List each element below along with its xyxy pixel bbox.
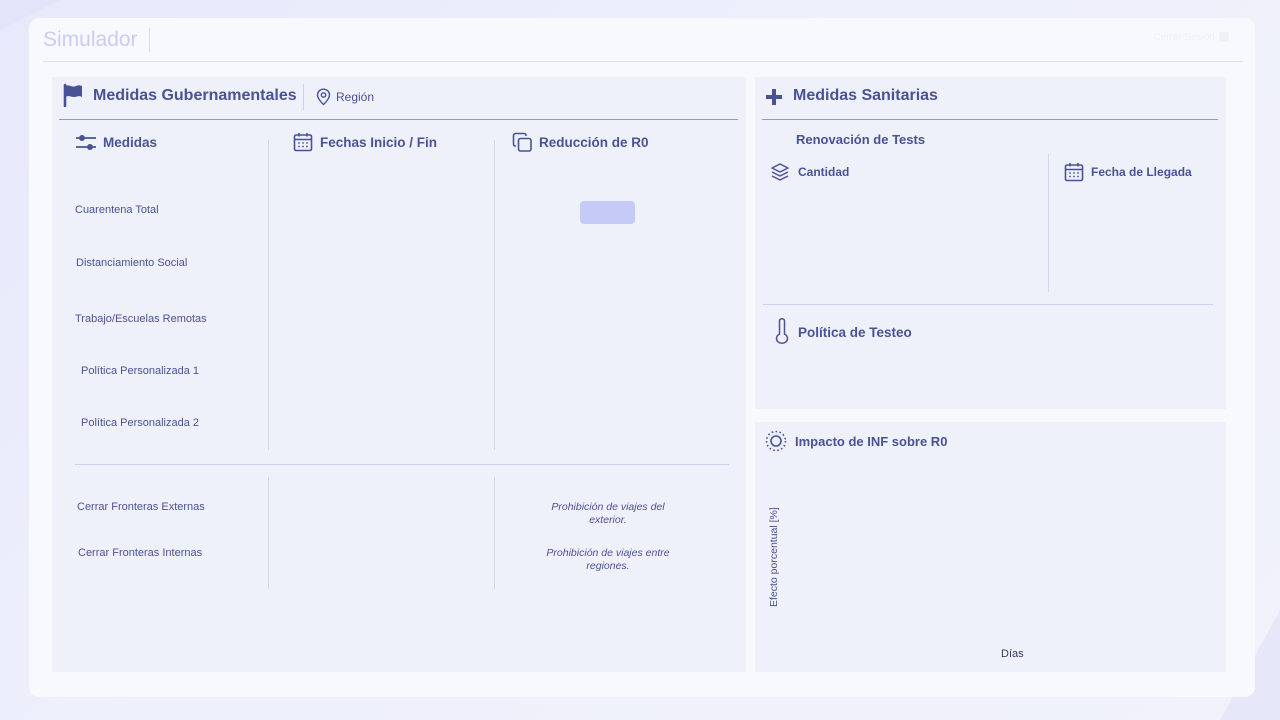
impact-title: Impacto de INF sobre R0 xyxy=(795,434,948,449)
logout-icon[interactable] xyxy=(1219,32,1229,42)
top-bar: Simulador Cerrar Sesión xyxy=(29,18,1255,62)
health-measures-title: Medidas Sanitarias xyxy=(793,87,938,104)
region-label: Región xyxy=(336,90,375,104)
dates-column-header: Fechas Inicio / Fin xyxy=(320,135,438,150)
testing-policy-title: Política de Testeo xyxy=(798,325,912,340)
r0-reduction-chip[interactable] xyxy=(580,201,635,224)
r0-reduction-column-header: Reducción de R0 xyxy=(539,135,649,150)
main-card: Simulador Cerrar Sesión Medidas Gubernam… xyxy=(29,18,1255,697)
measure-label: Cuarentena Total xyxy=(75,204,159,216)
health-measures-panel: Medidas Sanitarias Renovación de Tests C… xyxy=(755,77,1226,409)
sun-dotted-icon xyxy=(765,430,787,452)
calendar-icon xyxy=(293,133,313,152)
arrival-date-label: Fecha de Llegada xyxy=(1091,165,1192,179)
tests-renewal-title: Renovación de Tests xyxy=(796,132,926,147)
borders-section-divider xyxy=(75,464,729,465)
logout-link[interactable]: Cerrar Sesión xyxy=(1153,32,1215,43)
government-measures-title: Medidas Gubernamentales xyxy=(93,87,297,104)
top-bar-divider xyxy=(43,61,1243,62)
health-section-divider xyxy=(763,304,1213,305)
column-divider-4 xyxy=(494,477,495,589)
column-divider-3 xyxy=(268,477,269,589)
column-divider-1 xyxy=(268,140,269,450)
location-pin-icon xyxy=(316,88,331,106)
flag-icon xyxy=(63,83,82,107)
tests-column-divider xyxy=(1048,154,1049,292)
measures-column-header: Medidas xyxy=(103,135,158,150)
government-measures-panel: Medidas Gubernamentales Región Medidas F… xyxy=(52,77,746,672)
health-header-divider xyxy=(762,119,1218,120)
government-header-divider xyxy=(59,119,738,120)
border-measure-label: Cerrar Fronteras Externas xyxy=(77,501,205,513)
copy-icon xyxy=(512,132,532,152)
calendar-icon xyxy=(1064,163,1084,182)
border-measure-note: Prohibición de viajes del exterior. xyxy=(551,501,665,526)
app-title: Simulador xyxy=(43,28,138,51)
measure-label: Política Personalizada 2 xyxy=(81,417,200,429)
thermometer-icon xyxy=(775,318,789,344)
region-selector[interactable]: Región xyxy=(316,86,378,108)
column-divider-2 xyxy=(494,140,495,450)
measure-label: Política Personalizada 1 xyxy=(81,365,200,377)
x-axis-label: Días xyxy=(1001,648,1024,660)
quantity-label: Cantidad xyxy=(798,165,850,179)
title-divider xyxy=(303,84,304,110)
measure-label: Trabajo/Escuelas Remotas xyxy=(75,313,207,325)
border-measure-note: Prohibición de viajes entre regiones. xyxy=(546,547,670,572)
title-separator xyxy=(149,28,150,52)
border-measure-label: Cerrar Fronteras Internas xyxy=(78,547,203,559)
layers-icon xyxy=(771,163,789,181)
y-axis-label: Efecto porcentual [%] xyxy=(768,507,780,607)
plus-icon xyxy=(766,89,782,105)
sliders-icon xyxy=(76,135,96,150)
measure-label: Distanciamiento Social xyxy=(76,257,188,269)
impact-chart-panel: Impacto de INF sobre R0 Efecto porcentua… xyxy=(755,422,1226,672)
